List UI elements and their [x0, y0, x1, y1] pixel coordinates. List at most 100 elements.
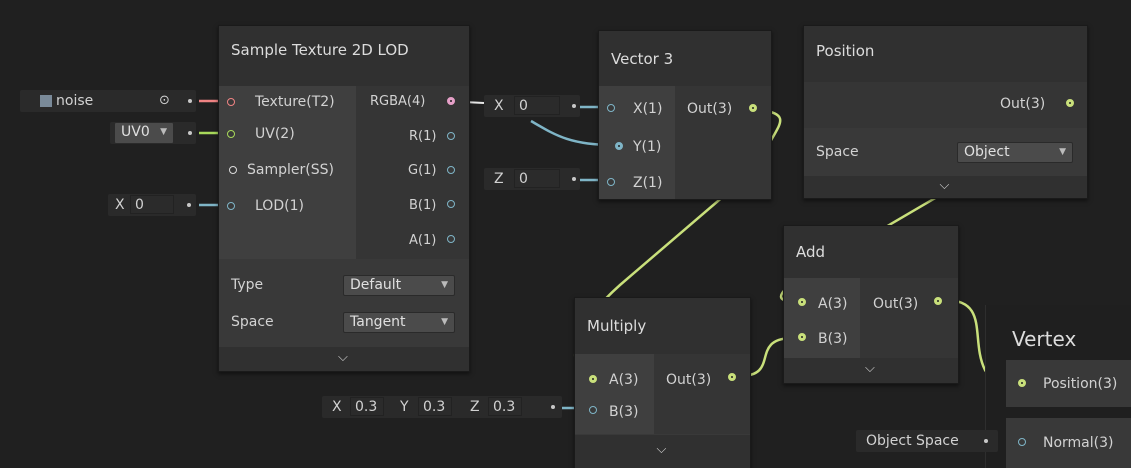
- shader-graph-canvas[interactable]: noise ⊙ UV0 ▼ X 0 Sample Texture 2D LOD …: [0, 0, 1131, 468]
- texture-field[interactable]: noise ⊙: [20, 90, 196, 112]
- port-a-dot[interactable]: [798, 298, 806, 306]
- vec-z-field[interactable]: Z 0: [484, 168, 580, 190]
- port-normal-label: Normal(3): [1043, 435, 1114, 451]
- mul-b-field[interactable]: X 0.3 Y 0.3 Z 0.3: [322, 396, 562, 418]
- input-ports: A(3) B(3): [575, 354, 654, 434]
- port-out-dot[interactable]: [749, 104, 757, 112]
- texture-value: noise: [56, 93, 94, 109]
- position-space-dropdown[interactable]: Object ▼: [957, 142, 1073, 163]
- port-x-dot[interactable]: [607, 104, 615, 112]
- vec-x-field[interactable]: X 0: [484, 95, 580, 117]
- port-out-dot[interactable]: [934, 297, 942, 305]
- port-out-label: Out(3): [873, 296, 919, 312]
- port-x-label: X(1): [633, 101, 663, 117]
- port-a-label: A(1): [409, 233, 437, 248]
- port-z-dot[interactable]: [607, 178, 615, 186]
- chevron-down-icon: ⌵: [338, 350, 348, 365]
- port-connector-dot: [188, 99, 192, 103]
- port-connector-dot: [551, 405, 555, 409]
- multiply-node[interactable]: Multiply A(3) B(3) Out(3) ⌵: [574, 297, 751, 468]
- mul-b-y-label: Y: [400, 399, 409, 415]
- node-collapse-toggle[interactable]: ⌵: [784, 358, 958, 383]
- port-normal-dot[interactable]: [1018, 438, 1026, 446]
- input-ports: Texture(T2) UV(2) Sampler(SS) LOD(1): [219, 86, 356, 259]
- texture-thumbnail-icon: [40, 95, 52, 107]
- port-g-label: G(1): [408, 163, 437, 178]
- mul-b-y-input[interactable]: 0.3: [418, 397, 452, 416]
- port-lod-dot[interactable]: [227, 202, 235, 210]
- node-title: Position: [804, 26, 1087, 82]
- sample-texture-2d-lod-node[interactable]: Sample Texture 2D LOD Texture(T2) UV(2) …: [218, 25, 470, 372]
- port-b-dot[interactable]: [589, 406, 597, 414]
- vec-z-input[interactable]: 0: [514, 169, 560, 188]
- lod-input[interactable]: 0: [130, 195, 174, 214]
- node-settings: Space Object ▼: [804, 128, 1087, 176]
- port-uv-label: UV(2): [255, 126, 295, 142]
- vertex-block-position[interactable]: Position(3): [1006, 360, 1131, 407]
- vector3-node[interactable]: Vector 3 X(1) Y(1) Z(1) Out(3): [598, 30, 772, 200]
- port-g-dot[interactable]: [447, 166, 455, 174]
- output-ports: Out(3): [804, 82, 1087, 128]
- dropdown-arrow-icon: ▼: [441, 280, 448, 290]
- port-lod-label: LOD(1): [255, 198, 304, 214]
- input-ports: X(1) Y(1) Z(1): [599, 86, 675, 199]
- port-out-label: Out(3): [1000, 96, 1046, 112]
- output-ports: Out(3): [860, 278, 958, 358]
- port-position-dot[interactable]: [1018, 379, 1026, 387]
- port-sampler-dot[interactable]: [229, 166, 237, 174]
- port-texture-dot[interactable]: [227, 98, 235, 106]
- port-r-dot[interactable]: [447, 132, 455, 140]
- port-b-dot[interactable]: [447, 200, 455, 208]
- port-out-label: Out(3): [666, 372, 712, 388]
- vec-x-input[interactable]: 0: [514, 96, 560, 115]
- port-a-label: A(3): [818, 296, 848, 312]
- port-out-dot[interactable]: [1066, 99, 1074, 107]
- port-connector-dot: [984, 439, 988, 443]
- node-title: Add: [784, 226, 958, 278]
- position-space-value: Object: [964, 144, 1010, 160]
- dropdown-arrow-icon: ▼: [1059, 147, 1066, 157]
- uv-dropdown[interactable]: UV0 ▼: [114, 122, 174, 144]
- port-a-dot[interactable]: [589, 375, 597, 383]
- port-b-label: B(3): [818, 331, 848, 347]
- mul-b-x-input[interactable]: 0.3: [350, 397, 384, 416]
- port-position-label: Position(3): [1043, 376, 1118, 392]
- vertex-block-normal[interactable]: Normal(3): [1006, 418, 1131, 468]
- port-a-dot[interactable]: [447, 235, 455, 243]
- dropdown-arrow-icon: ▼: [160, 127, 167, 137]
- port-b-dot[interactable]: [798, 333, 806, 341]
- vertex-title: Vertex: [1012, 327, 1077, 351]
- lod-field[interactable]: X 0: [108, 194, 196, 216]
- node-collapse-toggle[interactable]: ⌵: [804, 176, 1087, 198]
- port-sampler-label: Sampler(SS): [247, 162, 334, 178]
- normal-space-field[interactable]: Object Space: [856, 430, 998, 452]
- port-rgba-dot[interactable]: [447, 97, 455, 105]
- uv-field[interactable]: UV0 ▼: [110, 122, 196, 144]
- node-settings: Type Default ▼ Space Tangent ▼: [219, 259, 469, 347]
- position-node[interactable]: Position Out(3) Space Object ▼ ⌵: [803, 25, 1088, 199]
- chevron-down-icon: ⌵: [865, 361, 875, 376]
- lod-axis-label: X: [115, 197, 125, 213]
- port-out-dot[interactable]: [728, 373, 736, 381]
- mul-b-z-label: Z: [470, 399, 480, 415]
- setting-space-label: Space: [816, 144, 859, 160]
- setting-type-label: Type: [231, 277, 264, 293]
- port-uv-dot[interactable]: [227, 130, 235, 138]
- port-a-label: A(3): [609, 372, 639, 388]
- space-dropdown[interactable]: Tangent ▼: [343, 312, 455, 333]
- type-dropdown[interactable]: Default ▼: [343, 275, 455, 296]
- node-collapse-toggle[interactable]: ⌵: [219, 347, 469, 371]
- space-value: Tangent: [350, 314, 406, 330]
- port-y-label: Y(1): [633, 139, 662, 155]
- port-connector-dot: [572, 104, 576, 108]
- add-node[interactable]: Add A(3) B(3) Out(3) ⌵: [783, 225, 959, 384]
- chevron-down-icon: ⌵: [939, 178, 950, 193]
- object-picker-icon[interactable]: ⊙: [159, 90, 170, 112]
- dropdown-arrow-icon: ▼: [441, 317, 448, 327]
- uv-value: UV0: [121, 124, 150, 140]
- mul-b-z-input[interactable]: 0.3: [488, 397, 522, 416]
- node-collapse-toggle[interactable]: ⌵: [575, 435, 750, 468]
- port-out-label: Out(3): [687, 101, 733, 117]
- port-y-dot[interactable]: [615, 142, 623, 150]
- port-r-label: R(1): [409, 129, 437, 144]
